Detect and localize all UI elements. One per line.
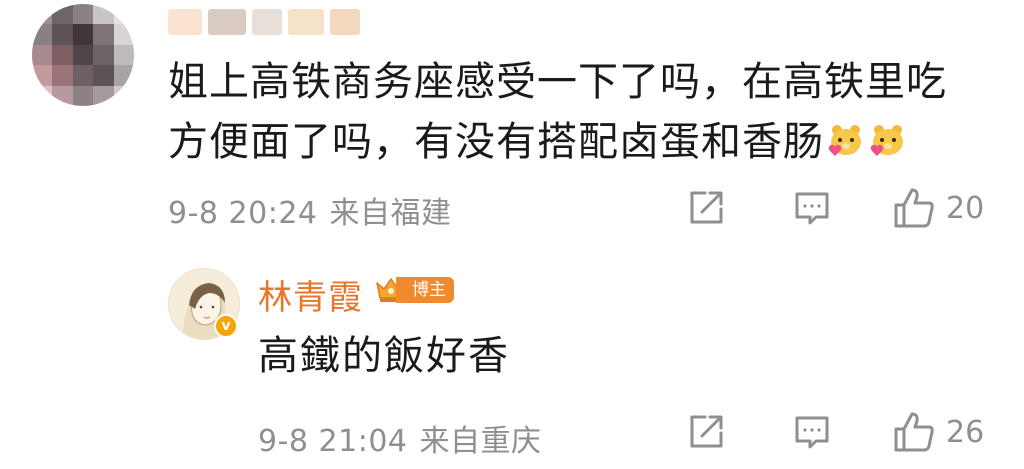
reply-icon	[795, 192, 829, 225]
comment-timestamp: 9-8 20:24	[168, 196, 318, 231]
blogger-badge-label: 博主	[396, 277, 454, 303]
like-icon	[894, 412, 934, 452]
comment-text: 姐上高铁商务座感受一下了吗，在高铁里吃 方便面了吗，有没有搭配卤蛋和香肠	[168, 52, 988, 172]
comment-source: 来自福建	[329, 196, 452, 231]
reply-meta: 9-8 21:04 来自重庆	[258, 416, 542, 460]
comment-share-button[interactable]	[686, 188, 726, 228]
reply-icon	[795, 416, 829, 449]
reply-like-count: 26	[946, 414, 985, 450]
comment-meta: 9-8 20:24 来自福建	[168, 188, 452, 232]
commenter-avatar[interactable]	[32, 4, 134, 106]
blogger-badge: 博主	[374, 274, 454, 306]
bear-heart-emoji-icon	[828, 125, 861, 156]
share-icon	[690, 191, 723, 224]
reply-timestamp: 9-8 21:04	[258, 424, 408, 459]
reply-author-name[interactable]: 林青霞	[258, 270, 363, 319]
comment-like-button[interactable]: 20	[892, 186, 984, 230]
comment-like-count: 20	[946, 190, 985, 226]
commenter-name-redacted[interactable]	[168, 4, 368, 40]
like-icon	[894, 188, 934, 228]
comment-thread: 姐上高铁商务座感受一下了吗，在高铁里吃 方便面了吗，有没有搭配卤蛋和香肠 9-8…	[0, 0, 1024, 469]
verified-badge-icon: v	[214, 314, 238, 338]
comment-reply-button[interactable]	[792, 188, 832, 228]
share-icon	[690, 415, 723, 448]
reply-source: 来自重庆	[419, 424, 542, 459]
comment-text-line: 方便面了吗，有没有搭配卤蛋和香肠	[168, 112, 988, 172]
bear-heart-emoji-icon	[870, 125, 903, 156]
reply-share-button[interactable]	[686, 412, 726, 452]
comment-text-line: 姐上高铁商务座感受一下了吗，在高铁里吃	[168, 59, 947, 105]
reply-reply-button[interactable]	[792, 412, 832, 452]
reply-like-button[interactable]: 26	[892, 410, 984, 454]
reply-text: 高鐵的飯好香	[258, 333, 510, 379]
